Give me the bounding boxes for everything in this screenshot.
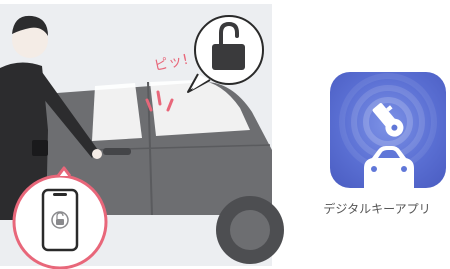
smartphone-unlock-icon: [41, 188, 79, 252]
digital-key-app-icon[interactable]: [330, 72, 446, 188]
app-label: デジタルキーアプリ: [323, 202, 431, 216]
key-car-icon: [339, 73, 437, 188]
